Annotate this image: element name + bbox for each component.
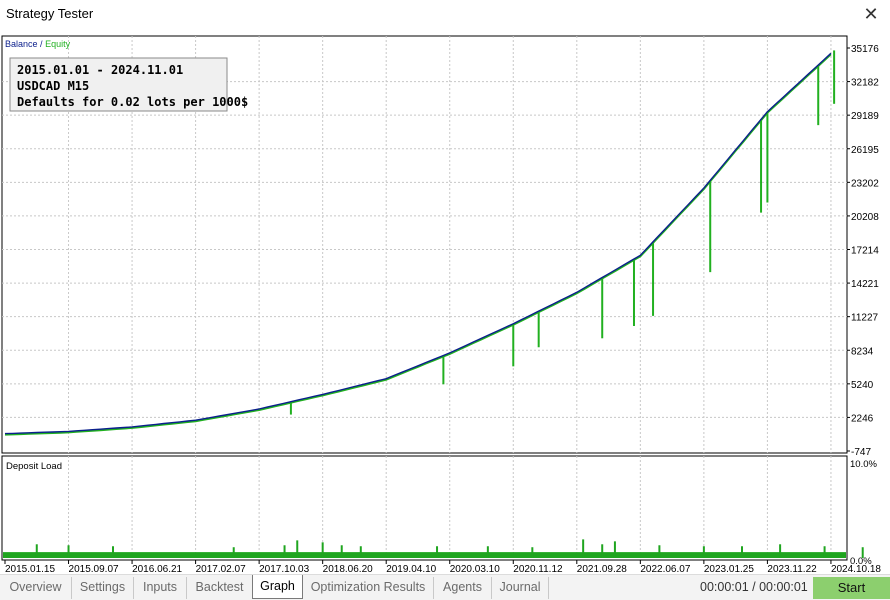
period-separator: - [96, 63, 103, 77]
tab-overview[interactable]: Overview [0, 577, 71, 599]
x-tick-label: 2022.06.07 [640, 564, 690, 574]
legend-separator: / [40, 39, 43, 49]
deposit-load-frame [1, 455, 848, 561]
tab-bar: Overview Settings Inputs Backtest Graph … [0, 574, 890, 600]
y-tick-label: 32182 [851, 78, 879, 89]
start-button[interactable]: Start [813, 577, 890, 599]
chart-area: 35176 32182 29189 26195 23202 20208 17214 14221… [1, 35, 881, 574]
y-tick-label: 29189 [851, 111, 879, 122]
y-tick-label: 17214 [851, 246, 879, 257]
tab-optimization-results[interactable]: Optimization Results [303, 577, 433, 599]
x-tick-label: 2017.10.03 [259, 564, 309, 574]
period-end: 2024.11.01 [111, 63, 183, 77]
legend-balance: Balance [5, 39, 38, 49]
window-title: Strategy Tester [6, 6, 94, 21]
x-tick-label: 2024.10.18 [831, 564, 881, 574]
legend-equity: Equity [45, 39, 71, 49]
x-tick-label: 2018.06.20 [323, 564, 373, 574]
x-tick-label: 2015.01.15 [5, 564, 55, 574]
y-tick-label: 20208 [851, 212, 879, 223]
y-tick-label: 14221 [851, 279, 879, 290]
x-axis: 2015.01.15 2015.09.07 2016.06.21 2017.02.07… [4, 560, 881, 574]
x-tick-label: 2019.04.10 [386, 564, 436, 574]
tab-inputs[interactable]: Inputs [133, 577, 186, 599]
elapsed-timer: 00:00:01 / 00:00:01 [700, 580, 808, 594]
x-tick-label: 2023.01.25 [704, 564, 754, 574]
test-period: 2015.01.01 - 2024.11.01 [17, 63, 183, 77]
close-icon[interactable]: ✕ [858, 2, 884, 26]
y-tick-label: 26195 [851, 145, 879, 156]
symbol-timeframe: USDCAD M15 [17, 79, 89, 93]
y-tick-label: 2246 [851, 413, 874, 424]
defaults-text: Defaults for 0.02 lots per 1000$ [17, 95, 248, 109]
y-tick-label: 11227 [851, 313, 879, 324]
x-tick-label: 2021.09.28 [577, 564, 627, 574]
deposit-load-title: Deposit Load [6, 461, 62, 472]
period-start: 2015.01.01 [17, 63, 89, 77]
y-tick-label: 8234 [851, 346, 874, 357]
strategy-tester-window: Strategy Tester ✕ 35176 32182 29189 26195 23… [0, 0, 890, 600]
x-tick-label: 2015.09.07 [69, 564, 119, 574]
title-bar: Strategy Tester ✕ [0, 0, 890, 28]
tab-journal[interactable]: Journal [491, 577, 549, 599]
chart-legend: Balance / Equity [5, 39, 71, 49]
x-tick-label: 2020.11.12 [513, 564, 563, 574]
tab-backtest[interactable]: Backtest [186, 577, 252, 599]
deposit-load-baseline [3, 552, 846, 558]
y-tick-label: -747 [851, 447, 871, 458]
x-tick-label: 2023.11.22 [767, 564, 817, 574]
tab-graph[interactable]: Graph [252, 575, 303, 599]
x-tick-label: 2017.02.07 [196, 564, 246, 574]
y-tick-label: 5240 [851, 380, 874, 391]
x-tick-label: 2020.03.10 [450, 564, 500, 574]
y-tick-label: 35176 [851, 44, 879, 55]
deposit-load-max-label: 10.0% [850, 459, 877, 470]
y-axis: 35176 32182 29189 26195 23202 20208 17214 14221… [847, 44, 879, 458]
tab-agents[interactable]: Agents [433, 577, 491, 599]
y-tick-label: 23202 [851, 178, 879, 189]
x-tick-label: 2016.06.21 [132, 564, 182, 574]
tab-settings[interactable]: Settings [71, 577, 133, 599]
